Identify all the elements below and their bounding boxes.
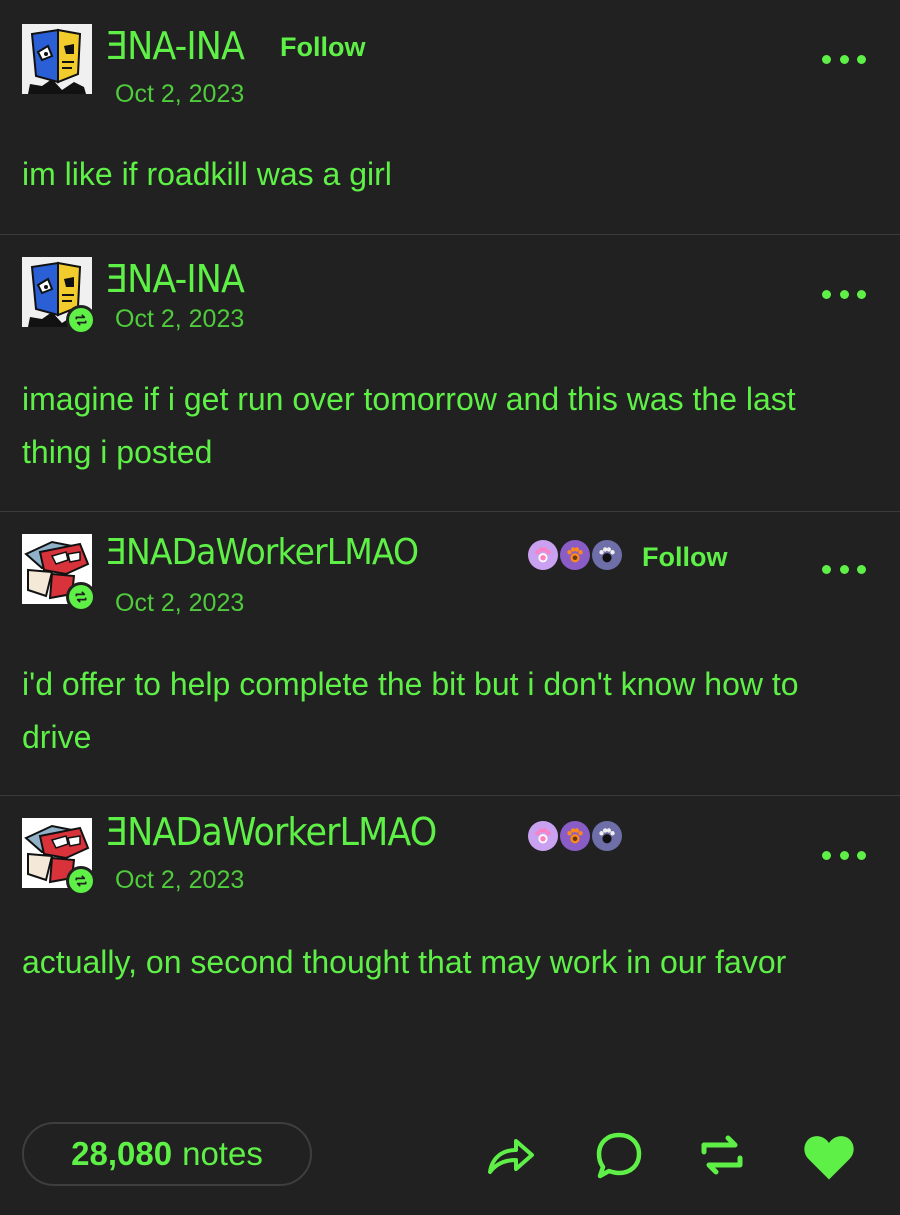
notes-count: 28,080 [71, 1135, 173, 1172]
pink-paw-icon [528, 821, 558, 851]
more-options-button[interactable] [822, 287, 866, 301]
reblog-icon [701, 1135, 743, 1175]
post-username[interactable]: ƎNA-INA [106, 257, 245, 301]
post-date[interactable]: Oct 2, 2023 [115, 305, 244, 334]
post-date[interactable]: Oct 2, 2023 [115, 866, 244, 895]
ena-avatar-icon [22, 24, 92, 94]
black-paw-icon [592, 821, 622, 851]
orange-paw-icon [560, 540, 590, 570]
user-badges[interactable] [528, 821, 622, 851]
black-paw-icon [592, 540, 622, 570]
post-1: ƎNA-INA Follow Oct 2, 2023 im like if ro… [0, 0, 900, 234]
post-body: imagine if i get run over tomorrow and t… [22, 381, 796, 470]
reblog-button[interactable] [695, 1128, 749, 1182]
notes-label: notes [182, 1135, 263, 1172]
dot-icon [839, 54, 849, 64]
dot-icon [839, 289, 849, 299]
reblog-badge [66, 582, 96, 612]
share-icon [488, 1139, 534, 1174]
post-date[interactable]: Oct 2, 2023 [115, 589, 244, 618]
notes-button[interactable]: 28,080 notes [22, 1122, 312, 1186]
like-icon [804, 1136, 854, 1180]
follow-button[interactable]: Follow [280, 32, 365, 63]
reblog-small-icon [75, 591, 87, 603]
reblog-badge [66, 305, 96, 335]
post-date[interactable]: Oct 2, 2023 [115, 80, 244, 109]
user-badges[interactable] [528, 540, 622, 570]
pink-paw-icon [528, 540, 558, 570]
dot-icon [857, 54, 866, 64]
post-2: ƎNA-INA Oct 2, 2023 imagine if i get run… [0, 234, 900, 511]
reblog-small-icon [75, 314, 87, 326]
orange-paw-icon [560, 821, 590, 851]
follow-button[interactable]: Follow [642, 542, 727, 573]
reply-button[interactable] [592, 1128, 646, 1182]
reblog-small-icon [75, 875, 87, 887]
post-body: i'd offer to help complete the bit but i… [22, 666, 799, 755]
post-3: ƎNADaWorkerLMAO Follow Oct 2, 2023 i'd o… [0, 511, 900, 795]
post-username[interactable]: ƎNADaWorkerLMAO [106, 532, 419, 573]
share-button[interactable] [484, 1128, 538, 1182]
dot-icon [822, 54, 831, 64]
reblog-badge [66, 866, 96, 896]
avatar-ena[interactable] [22, 24, 92, 94]
dot-icon [822, 289, 831, 299]
dot-icon [839, 564, 849, 574]
post-username[interactable]: ƎNA-INA [106, 24, 245, 68]
post-body: actually, on second thought that may wor… [22, 944, 787, 980]
more-options-button[interactable] [822, 848, 866, 862]
dot-icon [857, 564, 866, 574]
like-button[interactable] [800, 1128, 858, 1182]
reply-icon [596, 1132, 642, 1179]
post-body: im like if roadkill was a girl [22, 156, 392, 192]
more-options-button[interactable] [822, 52, 866, 66]
more-options-button[interactable] [822, 562, 866, 576]
post-username[interactable]: ƎNADaWorkerLMAO [106, 810, 437, 854]
dot-icon [822, 564, 831, 574]
dot-icon [857, 289, 866, 299]
dot-icon [822, 850, 831, 860]
dot-icon [857, 850, 866, 860]
dot-icon [839, 850, 849, 860]
